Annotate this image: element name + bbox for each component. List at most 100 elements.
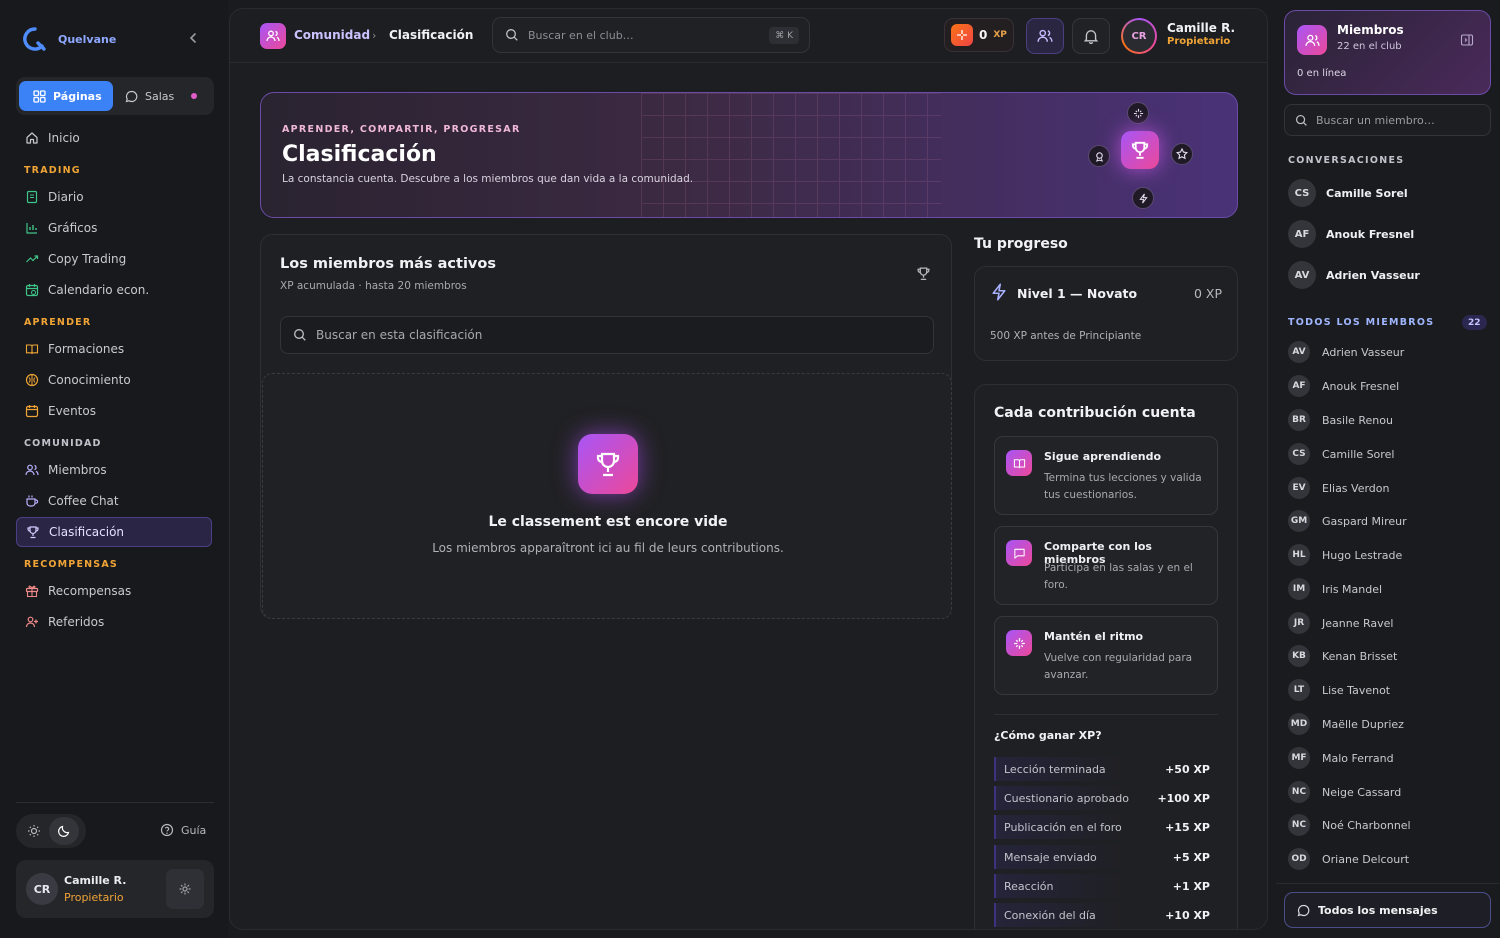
grid-icon	[33, 89, 46, 103]
member-row[interactable]: GM Gaspard Mireur	[1288, 510, 1488, 532]
earn-row: Mensaje enviado +5 XP	[994, 845, 1218, 869]
sidebar-item-leaderboard[interactable]: Clasificación	[16, 517, 212, 547]
member-row[interactable]: BR Basile Renou	[1288, 409, 1488, 431]
all-messages-button[interactable]: Todos los mensajes	[1284, 892, 1491, 928]
dark-theme-button[interactable]	[49, 817, 79, 845]
search-icon	[505, 28, 519, 42]
section-trading: TRADING	[24, 165, 81, 176]
earn-xp-heading: ¿Cómo ganar XP?	[994, 729, 1102, 742]
sidebar-item-coffee-chat[interactable]: Coffee Chat	[16, 486, 212, 516]
progress-card: Nivel 1 — Novato 0 XP 500 XP antes de Pr…	[974, 266, 1238, 361]
earn-label: Cuestionario aprobado	[1004, 791, 1129, 805]
member-row[interactable]: MD Maëlle Dupriez	[1288, 713, 1488, 735]
member-row[interactable]: IM Iris Mandel	[1288, 578, 1488, 600]
xp-button[interactable]: 0 XP	[944, 18, 1014, 52]
guide-link[interactable]: Guía	[160, 823, 206, 837]
leaderboard-card: Los miembros más activos XP acumulada · …	[260, 234, 952, 619]
member-row[interactable]: KB Kenan Brisset	[1288, 645, 1488, 667]
member-row[interactable]: JR Jeanne Ravel	[1288, 612, 1488, 634]
avatar: HL	[1288, 544, 1310, 566]
pages-toggle-label: Páginas	[53, 89, 102, 103]
light-theme-button[interactable]	[19, 817, 49, 845]
moon-icon	[57, 824, 71, 838]
earn-row: Lección terminada +50 XP	[994, 757, 1218, 781]
member-row[interactable]: EV Elias Verdon	[1288, 477, 1488, 499]
contributions-card: Cada contribución cuenta Sigue aprendien…	[974, 384, 1238, 929]
user-card[interactable]: CR Camille R. Propietario	[16, 860, 214, 918]
conversation-item[interactable]: AF Anouk Fresnel	[1288, 218, 1488, 250]
member-row[interactable]: CS Camille Sorel	[1288, 443, 1488, 465]
member-row[interactable]: NC Noé Charbonnel	[1288, 814, 1488, 836]
leaderboard-title: Los miembros más activos	[280, 256, 496, 272]
brand[interactable]: Quelvane	[22, 26, 116, 52]
contribution-item: Sigue aprendiendo Termina tus lecciones …	[994, 436, 1218, 515]
progress-xp: 0 XP	[1193, 286, 1222, 301]
journal-icon	[25, 190, 39, 204]
gear-icon	[178, 882, 192, 896]
rooms-toggle[interactable]: Salas	[113, 81, 211, 111]
avatar: KB	[1288, 645, 1310, 667]
sidebar-item-referrals[interactable]: Referidos	[16, 607, 212, 637]
sidebar-item-label: Clasificación	[49, 525, 125, 539]
member-name: Neige Cassard	[1322, 785, 1402, 799]
members-panel: Miembros 22 en el club 0 en línea Buscar…	[1276, 0, 1500, 938]
member-row[interactable]: MF Malo Ferrand	[1288, 747, 1488, 769]
member-name: Kenan Brisset	[1322, 649, 1398, 663]
divider	[994, 714, 1218, 715]
collapse-sidebar-icon[interactable]	[186, 30, 200, 46]
pages-toggle[interactable]: Páginas	[19, 81, 113, 111]
sparkles-icon	[1006, 630, 1032, 656]
leaderboard-search-input[interactable]: Buscar en esta clasificación	[280, 316, 934, 354]
club-search-input[interactable]: Buscar en el club… ⌘ K	[492, 17, 810, 53]
sidebar-item-econ-calendar[interactable]: Calendario econ.	[16, 275, 212, 305]
sidebar-item-label: Inicio	[48, 131, 80, 145]
sidebar-item-rewards[interactable]: Recompensas	[16, 576, 212, 606]
sidebar-item-label: Conocimiento	[48, 373, 131, 387]
member-name: Basile Renou	[1322, 413, 1393, 427]
member-name: Hugo Lestrade	[1322, 548, 1403, 562]
member-row[interactable]: OD Oriane Delcourt	[1288, 848, 1488, 870]
sidebar-item-label: Miembros	[48, 463, 107, 477]
hero-banner: APRENDER, COMPARTIR, PROGRESAR Clasifica…	[260, 92, 1238, 218]
avatar: GM	[1288, 510, 1310, 532]
conversations-heading: CONVERSACIONES	[1288, 155, 1405, 166]
member-row[interactable]: AV Adrien Vasseur	[1288, 341, 1488, 363]
sidebar-item-courses[interactable]: Formaciones	[16, 334, 212, 364]
xp-value: 0	[979, 28, 988, 42]
sidebar-item-members[interactable]: Miembros	[16, 455, 212, 485]
bolt-icon	[1132, 187, 1154, 209]
top-user-role: Propietario	[1167, 36, 1231, 47]
breadcrumb-community[interactable]: Comunidad	[294, 28, 370, 42]
member-row[interactable]: AF Anouk Fresnel	[1288, 375, 1488, 397]
sidebar-divider	[16, 802, 214, 803]
member-search-input[interactable]: Buscar un miembro…	[1284, 104, 1491, 136]
community-icon	[260, 23, 286, 49]
sidebar-item-label: Copy Trading	[48, 252, 127, 266]
coffee-icon	[25, 494, 39, 508]
top-bar: Comunidad › Clasificación Buscar en el c…	[230, 9, 1267, 63]
section-learn: APRENDER	[24, 317, 92, 328]
panel-close-icon[interactable]	[1460, 33, 1474, 47]
settings-button[interactable]	[166, 869, 204, 909]
earn-label: Conexión del día	[1004, 908, 1096, 922]
avatar[interactable]: CR	[1121, 18, 1157, 54]
chat-bubble-icon	[125, 90, 138, 103]
member-row[interactable]: LT Lise Tavenot	[1288, 679, 1488, 701]
sidebar-item-events[interactable]: Eventos	[16, 396, 212, 426]
sidebar-item-copy-trading[interactable]: Copy Trading	[16, 244, 212, 274]
conversation-item[interactable]: CS Camille Sorel	[1288, 177, 1488, 209]
member-row[interactable]: HL Hugo Lestrade	[1288, 544, 1488, 566]
section-rewards: RECOMPENSAS	[24, 559, 118, 570]
sidebar-item-charts[interactable]: Gráficos	[16, 213, 212, 243]
user-role: Propietario	[64, 891, 124, 904]
members-panel-button[interactable]	[1026, 18, 1064, 54]
notifications-button[interactable]	[1072, 18, 1110, 54]
sidebar-item-knowledge[interactable]: Conocimiento	[16, 365, 212, 395]
next-level-note: 500 XP antes de Principiante	[990, 330, 1142, 342]
contribution-title: Sigue aprendiendo	[1044, 450, 1162, 463]
conversation-item[interactable]: AV Adrien Vasseur	[1288, 259, 1488, 291]
sidebar-item-home[interactable]: Inicio	[16, 123, 212, 153]
avatar: NC	[1288, 781, 1310, 803]
member-row[interactable]: NC Neige Cassard	[1288, 781, 1488, 803]
sidebar-item-journal[interactable]: Diario	[16, 182, 212, 212]
